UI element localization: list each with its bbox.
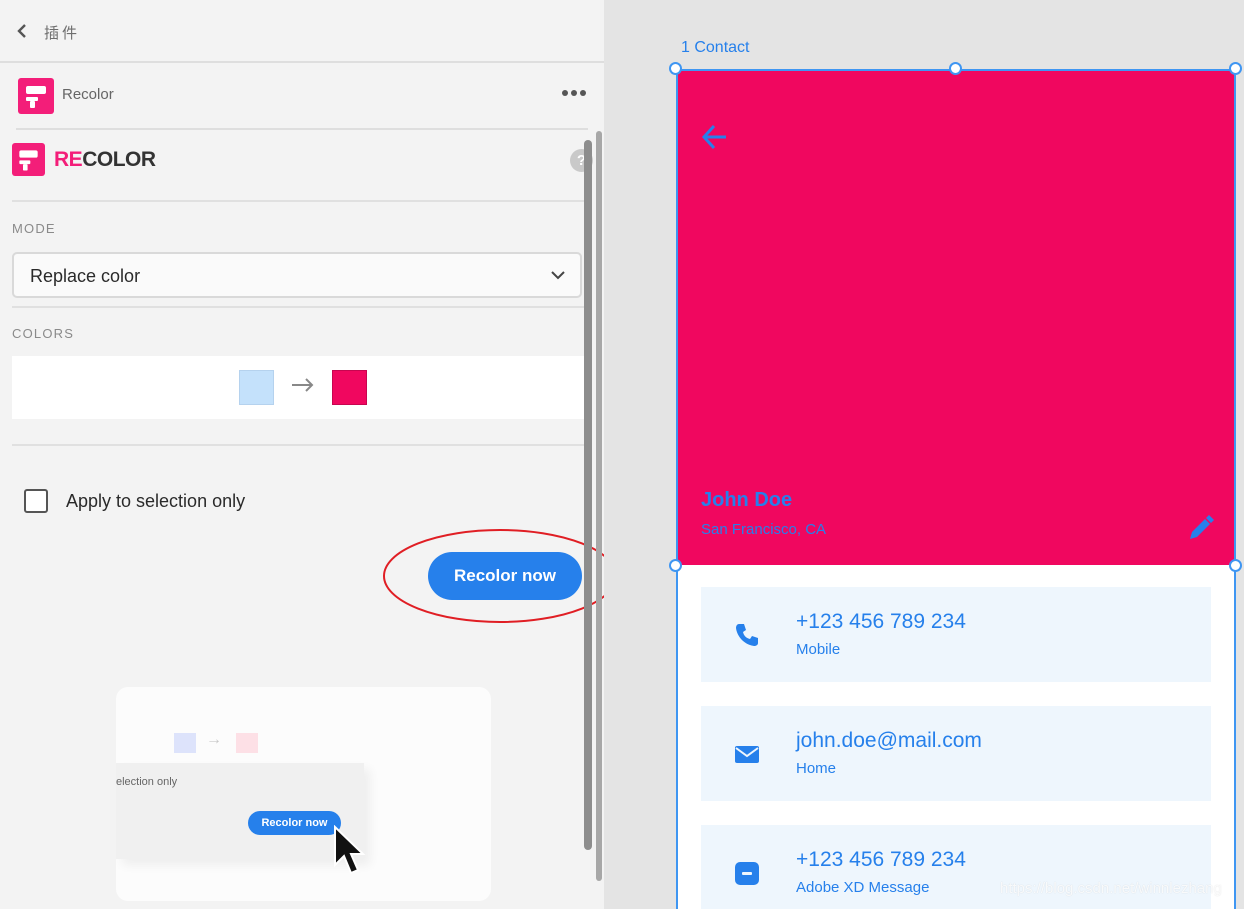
contact-item-email[interactable]: john.doe@mail.com Home	[701, 706, 1211, 801]
recolor-now-button[interactable]: Recolor now	[428, 552, 582, 600]
divider	[16, 128, 588, 130]
watermark: https://blog.csdn.net/winnlezhang	[1000, 880, 1222, 897]
preview-source-swatch	[174, 733, 196, 753]
contact-item-value: john.doe@mail.com	[796, 729, 982, 752]
divider	[12, 200, 592, 202]
contact-item-value: +123 456 789 234	[796, 848, 966, 871]
plugin-name: Recolor	[62, 86, 114, 103]
selection-only-label[interactable]: Apply to selection only	[66, 491, 245, 512]
phone-icon	[736, 624, 758, 646]
divider	[12, 444, 592, 446]
contact-location: San Francisco, CA	[701, 521, 827, 538]
brand-wordmark: RECOLOR	[54, 148, 156, 171]
recolor-logo-icon	[18, 78, 54, 114]
back-arrow-icon[interactable]	[700, 123, 730, 151]
panel-scrollbar[interactable]	[596, 131, 602, 881]
resize-handle[interactable]	[669, 559, 682, 572]
contact-item-type: Adobe XD Message	[796, 879, 930, 896]
resize-handle[interactable]	[1229, 559, 1242, 572]
source-color-swatch[interactable]	[239, 370, 274, 405]
back-chevron-icon[interactable]	[14, 22, 30, 40]
inner-scrollbar[interactable]	[584, 140, 592, 850]
plugin-panel: 插件 Recolor RECOLOR ? MODE Replace color …	[0, 0, 604, 909]
mail-icon	[735, 746, 759, 763]
target-color-swatch[interactable]	[332, 370, 367, 405]
preview-label: election only	[116, 776, 178, 788]
selection-only-checkbox[interactable]	[24, 489, 48, 513]
contact-item-phone[interactable]: +123 456 789 234 Mobile	[701, 587, 1211, 682]
resize-handle[interactable]	[949, 62, 962, 75]
contact-artboard[interactable]: John Doe San Francisco, CA +123 456 789 …	[676, 69, 1236, 909]
message-icon	[735, 862, 759, 885]
panel-topbar: 插件	[0, 0, 604, 63]
contact-name: John Doe	[701, 489, 793, 511]
more-options-icon[interactable]	[560, 88, 588, 98]
contact-item-type: Home	[796, 760, 837, 777]
cursor-icon	[334, 825, 366, 875]
preview-arrow: →	[206, 731, 222, 748]
arrow-right-icon	[292, 378, 314, 392]
mode-dropdown[interactable]: Replace color	[12, 252, 582, 298]
mode-label: MODE	[12, 221, 56, 236]
mode-selected-value: Replace color	[30, 266, 141, 286]
plugin-row[interactable]: Recolor	[0, 63, 604, 129]
artboard-title[interactable]: 1 Contact	[681, 39, 749, 57]
colors-label: COLORS	[12, 326, 75, 341]
chevron-down-icon	[551, 271, 565, 280]
contact-header[interactable]: John Doe San Francisco, CA	[678, 71, 1234, 565]
preview-animation: → election only Recolor now	[116, 687, 491, 901]
preview-button: Recolor now	[248, 811, 341, 835]
panel-title: 插件	[44, 24, 81, 42]
pencil-icon[interactable]	[1186, 515, 1214, 543]
preview-target-swatch	[236, 733, 258, 753]
recolor-brand-icon	[12, 143, 45, 176]
resize-handle[interactable]	[669, 62, 682, 75]
resize-handle[interactable]	[1229, 62, 1242, 75]
divider	[12, 306, 592, 308]
color-mapping	[12, 356, 587, 419]
contact-item-value: +123 456 789 234	[796, 610, 966, 633]
contact-item-type: Mobile	[796, 641, 841, 658]
